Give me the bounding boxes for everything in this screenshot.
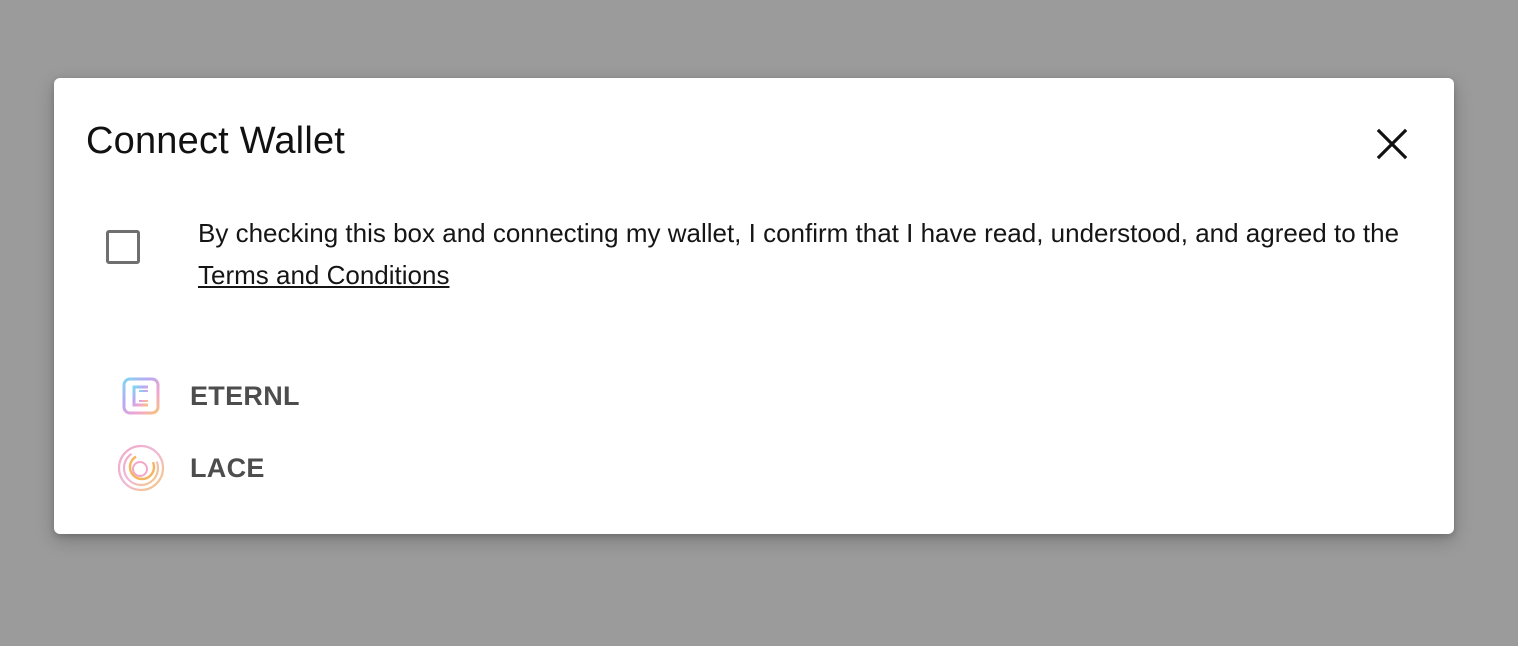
connect-wallet-dialog: Connect Wallet By checking this box and … [54,78,1454,534]
wallet-list: ETERNL LACE [116,368,516,512]
dialog-title: Connect Wallet [86,120,346,162]
eternl-logo-icon [116,371,166,421]
wallet-label: ETERNL [190,380,300,411]
wallet-option-eternl[interactable]: ETERNL [116,368,516,424]
terms-consent-row: By checking this box and connecting my w… [106,212,1426,296]
close-icon [1376,128,1408,160]
close-button[interactable] [1370,122,1414,166]
lace-logo-icon [116,443,166,493]
terms-checkbox[interactable] [106,230,140,264]
consent-statement: By checking this box and connecting my w… [198,218,1400,248]
wallet-label: LACE [190,452,265,483]
consent-text: By checking this box and connecting my w… [198,212,1418,296]
wallet-option-lace[interactable]: LACE [116,440,516,496]
terms-and-conditions-link[interactable]: Terms and Conditions [198,260,449,290]
